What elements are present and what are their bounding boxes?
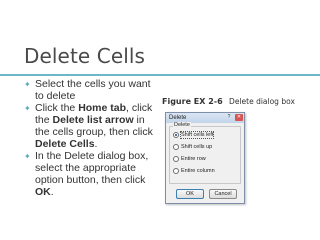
option-shift-cells-up[interactable]: Shift cells up: [173, 143, 212, 151]
bullet-text: In the Delete dialog box, select the app…: [35, 150, 149, 186]
figure-caption-text: Delete dialog box: [229, 97, 295, 106]
dialog-title: Delete: [169, 115, 187, 121]
radio-icon[interactable]: [173, 168, 179, 174]
bullet-text: .: [50, 186, 54, 198]
bullet-emphasis: Home tab: [78, 102, 127, 114]
bullet-item: ✦ In the Delete dialog box, select the ap…: [24, 150, 158, 198]
bullet-list: ✦ Select the cells you want to delete ✦ Cli…: [24, 78, 158, 198]
option-entire-column[interactable]: Entire column: [173, 167, 215, 175]
bullet-text: Click the: [35, 102, 79, 114]
close-icon[interactable]: ✕: [235, 114, 243, 121]
option-shift-cells-left[interactable]: Shift cells left: [173, 131, 215, 139]
option-label: Shift cells left: [179, 131, 215, 139]
bullet-marker-icon: ✦: [24, 152, 31, 161]
delete-options-group: Delete Shift cells left Shift cells up E…: [169, 122, 241, 184]
help-icon[interactable]: ?: [225, 114, 233, 121]
bullet-text: Select the cells you want to delete: [35, 78, 151, 102]
bullet-emphasis: Delete list arrow: [52, 114, 134, 126]
ok-button[interactable]: OK: [176, 189, 204, 199]
delete-dialog: Delete ? ✕ Delete Shift cells left Shift…: [165, 112, 245, 204]
bullet-emphasis: OK: [35, 186, 51, 198]
radio-icon[interactable]: [173, 132, 179, 138]
radio-icon[interactable]: [173, 144, 179, 150]
cancel-button[interactable]: Cancel: [209, 189, 237, 199]
option-entire-row[interactable]: Entire row: [173, 155, 206, 163]
group-label: Delete: [173, 122, 191, 128]
bullet-marker-icon: ✦: [24, 104, 31, 113]
bullet-item: ✦ Select the cells you want to delete: [24, 78, 158, 102]
title-rule: [0, 74, 320, 76]
option-label: Entire row: [181, 156, 206, 162]
bullet-item: ✦ Click the Home tab, click the Delete li…: [24, 102, 158, 150]
figure-number: Figure EX 2-6: [162, 97, 223, 106]
bullet-text: .: [94, 138, 98, 150]
figure-caption: Figure EX 2-6 Delete dialog box: [162, 97, 295, 106]
option-label: Entire column: [181, 168, 215, 174]
option-label: Shift cells up: [181, 144, 213, 150]
slide-title: Delete Cells: [24, 44, 146, 68]
radio-icon[interactable]: [173, 156, 179, 162]
bullet-emphasis: Delete Cells: [35, 138, 95, 150]
bullet-marker-icon: ✦: [24, 80, 31, 89]
